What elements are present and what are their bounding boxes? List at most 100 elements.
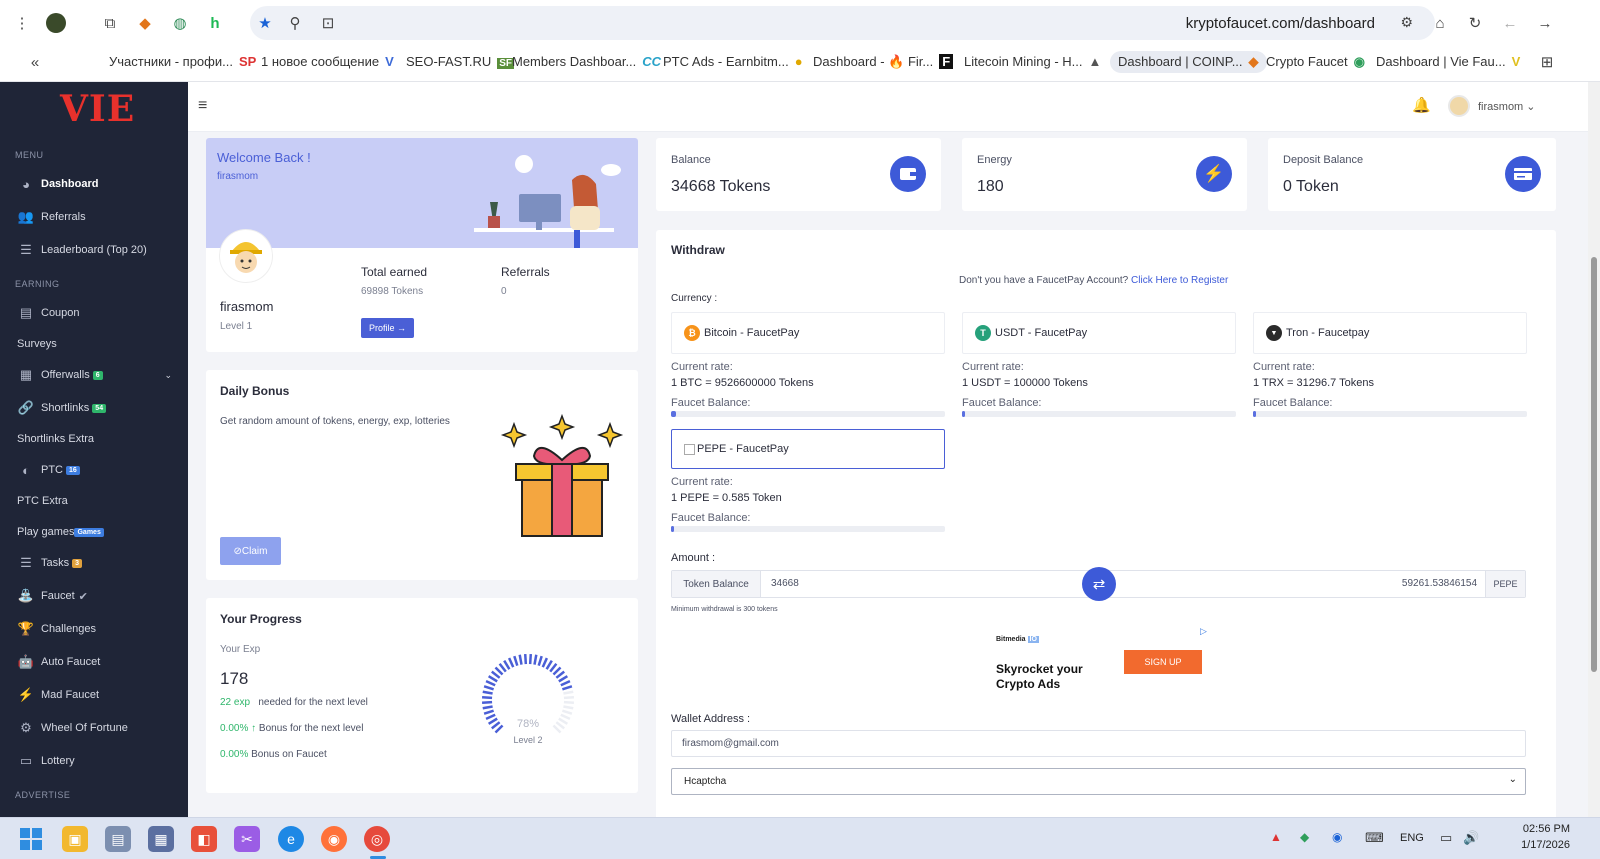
profile-button[interactable]: Profile → — [361, 318, 415, 338]
tasks-icon: ☰ — [20, 555, 32, 570]
ad-banner[interactable]: Bitmedia IO Skyrocket your Crypto Ads SI… — [986, 624, 1216, 700]
extensions-puzzle-icon[interactable]: ⧉ — [100, 13, 120, 33]
wallet-address-input[interactable]: firasmom@gmail.com — [671, 730, 1526, 757]
sidebar-item-ptc-extra[interactable]: PTC Extra — [17, 491, 68, 511]
user-avatar[interactable] — [1448, 95, 1470, 117]
gauge-tick — [555, 670, 565, 679]
sidebar-item-faucet[interactable]: ⛲ Faucet ✔ — [17, 586, 88, 606]
notification-bell-icon[interactable]: 🔔 — [1412, 96, 1431, 114]
sidebar-item-challenges[interactable]: 🏆 Challenges — [17, 619, 96, 639]
back-icon[interactable]: ← — [1500, 13, 1520, 33]
store-icon[interactable]: ▣ — [62, 826, 88, 852]
daily-bonus-card: Daily Bonus Get random amount of tokens,… — [206, 370, 638, 580]
sidebar-item-ptc[interactable]: ◐ PTC 16 — [17, 460, 80, 480]
wallet-address-label: Wallet Address : — [671, 713, 751, 725]
currency-option-usdt[interactable]: T USDT - FaucetPay — [962, 312, 1236, 354]
app-topbar: ≡ 🔔 firasmom ⌄ — [188, 82, 1588, 132]
bookmark-item[interactable]: Dashboard - 🔥 Fir... F — [813, 54, 954, 70]
all-bookmarks-icon[interactable]: ⊞ — [1537, 52, 1557, 72]
edge-icon[interactable]: e — [278, 826, 304, 852]
language-indicator[interactable]: ENG — [1400, 832, 1424, 844]
notepad-icon[interactable]: ▤ — [105, 826, 131, 852]
sidebar-section-advertise: ADVERTISE — [15, 790, 71, 800]
bookmark-item-active[interactable]: Dashboard | COINP... ◆ — [1110, 51, 1267, 73]
chevron-down-icon[interactable]: ⌄ — [164, 370, 172, 381]
sidebar-item-coupon[interactable]: ▤ Coupon — [17, 303, 80, 323]
sidebar-item-auto-faucet[interactable]: 🤖 Auto Faucet — [17, 652, 100, 672]
ad-choices-icon[interactable]: ▷ — [1200, 626, 1207, 637]
claim-button[interactable]: ⊘ Claim — [220, 537, 281, 565]
ad-brand: Bitmedia IO — [996, 636, 1039, 643]
keyboard-icon[interactable]: ⌨ — [1365, 830, 1384, 846]
currency-option-pepe[interactable]: PEPE - FaucetPay — [671, 429, 945, 469]
sidebar-item-shortlinks-extra[interactable]: Shortlinks Extra — [17, 429, 94, 449]
bookmark-item[interactable]: PTC Ads - Earnbitm... ● — [663, 54, 803, 69]
reload-icon[interactable]: ↻ — [1465, 13, 1485, 33]
forward-icon[interactable]: → — [1535, 13, 1555, 33]
site-logo[interactable]: VIE — [60, 88, 135, 130]
sidebar-item-referrals[interactable]: 👥 Referrals — [17, 207, 86, 227]
sidebar-item-leaderboard[interactable]: ☰ Leaderboard (Top 20) — [17, 240, 147, 260]
sidebar-item-lottery[interactable]: ▭ Lottery — [17, 751, 75, 771]
sidebar-item-mad-faucet[interactable]: ⚡ Mad Faucet — [17, 685, 99, 705]
page-scrollbar[interactable] — [1588, 82, 1600, 817]
collapse-icon[interactable]: « — [25, 52, 45, 72]
converted-amount-input[interactable]: 59261.53846154 — [1402, 578, 1477, 589]
bookmark-item[interactable]: SEO-FAST.RU SF — [406, 54, 515, 69]
hamburger-menu-icon[interactable]: ≡ — [198, 97, 207, 115]
swap-icon[interactable]: ⇄ — [1082, 567, 1116, 601]
currency-option-bitcoin[interactable]: ₿ Bitcoin - FaucetPay — [671, 312, 945, 354]
ad-signup-button[interactable]: SIGN UP — [1124, 650, 1202, 674]
bookmark-item[interactable]: 1 новое сообщение V — [261, 54, 394, 69]
search-icon[interactable]: ⚲ — [285, 13, 305, 33]
bookmark-item[interactable]: Crypto Faucet ◉ — [1266, 54, 1365, 70]
volume-icon[interactable]: 🔊 — [1463, 830, 1479, 846]
extension-avatar-icon[interactable] — [46, 13, 66, 33]
tray-app-icon[interactable]: ▲ — [1270, 830, 1282, 844]
windows-start-icon[interactable] — [18, 826, 44, 852]
home-icon[interactable]: ⌂ — [1430, 13, 1450, 33]
sidebar: VIE MENU ◕ Dashboard 👥 Referrals ☰ Leaderbo… — [0, 82, 188, 817]
site-settings-icon[interactable]: ⚙ — [1400, 14, 1413, 31]
bookmark-item[interactable]: Litecoin Mining - H... ▲ — [964, 54, 1101, 69]
translate-icon[interactable]: ⊡ — [318, 13, 338, 33]
chrome-icon[interactable]: ◎ — [364, 826, 390, 852]
address-bar[interactable]: ★ ⚲ ⊡ kryptofaucet.com/dashboard ⚙ — [250, 6, 1435, 40]
menu-dots-icon[interactable]: ⋮ — [12, 13, 32, 33]
office-icon[interactable]: ◧ — [191, 826, 217, 852]
scroll-thumb[interactable] — [1591, 257, 1597, 672]
sidebar-item-shortlinks[interactable]: 🔗 Shortlinks 54 — [17, 398, 107, 418]
extension-globe-icon[interactable]: ◍ — [170, 13, 190, 33]
faucetpay-register-link[interactable]: Click Here to Register — [1131, 275, 1228, 286]
bookmark-item[interactable]: Участники - профи... SP — [109, 54, 256, 69]
bookmark-item[interactable]: Dashboard | Vie Fau... V — [1376, 54, 1520, 69]
gauge-tick — [513, 655, 519, 667]
clock-date[interactable]: 1/17/2026 — [1490, 839, 1570, 851]
extension-h-icon[interactable]: h — [205, 13, 225, 33]
sidebar-item-play-games[interactable]: Play games Games — [17, 522, 104, 542]
user-menu[interactable]: firasmom ⌄ — [1478, 100, 1536, 113]
url-text[interactable]: kryptofaucet.com/dashboard — [1186, 15, 1375, 32]
bolt-icon: ⚡ — [17, 687, 35, 702]
network-icon[interactable]: ▭ — [1440, 830, 1452, 846]
browser-toolbar: ⋮ ⧉ ◆ ◍ h ★ ⚲ ⊡ kryptofaucet.com/dashboa… — [0, 0, 1600, 46]
sidebar-item-offerwalls[interactable]: ▦ Offerwalls 6 ⌄ — [17, 365, 172, 385]
sidebar-item-surveys[interactable]: Surveys — [17, 334, 57, 354]
firefox-icon[interactable]: ◉ — [321, 826, 347, 852]
captcha-select[interactable]: Hcaptcha ⌄ — [671, 768, 1526, 795]
gauge-tick — [563, 705, 574, 710]
tray-app-icon[interactable]: ◆ — [1300, 830, 1309, 844]
token-amount-input[interactable]: 34668 — [771, 578, 799, 589]
metamask-icon[interactable]: ◆ — [135, 13, 155, 33]
window-app-icon[interactable]: ▦ — [148, 826, 174, 852]
sidebar-item-tasks[interactable]: ☰ Tasks 3 — [17, 553, 83, 573]
bookmark-star-icon[interactable]: ★ — [255, 13, 275, 33]
tray-app-icon[interactable]: ◉ — [1332, 830, 1342, 844]
gauge-tick — [545, 659, 553, 670]
clock-time[interactable]: 02:56 PM — [1490, 823, 1570, 835]
currency-option-tron[interactable]: ▼ Tron - Faucetpay — [1253, 312, 1527, 354]
snip-icon[interactable]: ✂ — [234, 826, 260, 852]
bookmark-item[interactable]: Members Dashboar... CC — [512, 54, 661, 69]
sidebar-item-wheel-of-fortune[interactable]: ⚙ Wheel Of Fortune — [17, 718, 128, 738]
sidebar-item-dashboard[interactable]: ◕ Dashboard — [17, 174, 98, 194]
